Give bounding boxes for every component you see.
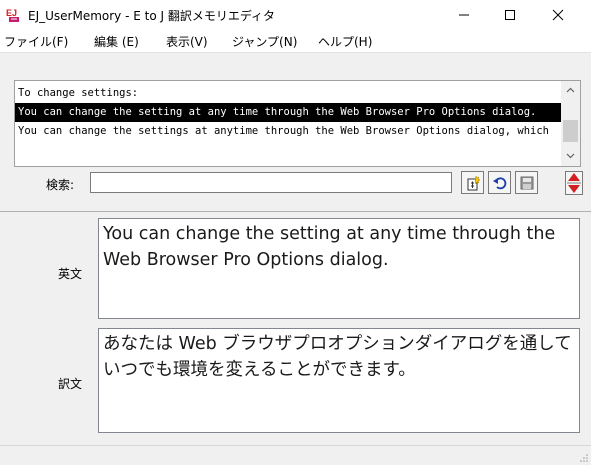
new-entry-icon [467, 174, 481, 190]
save-icon [520, 176, 533, 189]
menu-edit[interactable]: 編集 (E) [94, 33, 139, 50]
undo-button[interactable] [488, 171, 511, 194]
maximize-button[interactable] [487, 0, 533, 30]
translation-text-field[interactable]: あなたは Web ブラウザプロオプションダイアログを通していつでも環境を変えるこ… [98, 328, 580, 433]
english-text-field[interactable]: You can change the setting at any time t… [98, 218, 580, 319]
list-item[interactable]: To change settings: [15, 84, 561, 103]
ej-app-icon: EJ [6, 7, 22, 23]
move-up-down-control[interactable] [565, 171, 583, 195]
maximize-icon [505, 10, 515, 20]
window-title: EJ_UserMemory - E to J 翻訳メモリエディタ [28, 9, 276, 23]
scroll-down-button[interactable] [561, 147, 580, 164]
list-scrollbar[interactable] [561, 81, 580, 166]
menu-bar: ファイル(F) 編集 (E) 表示(V) ジャンプ(N) ヘルプ(H) [0, 30, 591, 53]
translation-label: 訳文 [58, 377, 83, 391]
new-entry-button[interactable] [461, 171, 484, 194]
scroll-thumb[interactable] [563, 120, 578, 142]
menu-view[interactable]: 表示(V) [166, 33, 208, 50]
search-input[interactable] [90, 172, 452, 193]
memory-list[interactable]: To change settings: You can change the s… [14, 80, 581, 167]
entry-panel: 英文 You can change the setting at any tim… [0, 211, 591, 445]
list-item[interactable]: You can change the settings at anytime t… [15, 122, 561, 141]
minimize-icon [459, 14, 469, 16]
menu-file[interactable]: ファイル(F) [4, 33, 68, 50]
svg-text:EJ: EJ [6, 8, 17, 18]
minimize-button[interactable] [441, 0, 487, 30]
chevron-up-icon [566, 87, 575, 92]
resize-grip-icon[interactable] [579, 453, 589, 463]
scroll-up-button[interactable] [561, 81, 580, 98]
save-button[interactable] [515, 171, 538, 194]
up-down-arrows-icon [565, 171, 583, 195]
menu-jump[interactable]: ジャンプ(N) [232, 33, 297, 50]
list-item-selected[interactable]: You can change the setting at any time t… [15, 103, 561, 122]
title-bar[interactable]: EJ EJ_UserMemory - E to J 翻訳メモリエディタ [0, 0, 591, 30]
menu-help[interactable]: ヘルプ(H) [318, 33, 372, 50]
app-window: EJ EJ_UserMemory - E to J 翻訳メモリエディタ ファイル… [0, 0, 591, 465]
english-label: 英文 [58, 267, 83, 281]
status-bar [0, 445, 591, 465]
close-button[interactable] [535, 0, 581, 30]
search-label: 検索: [46, 178, 75, 192]
undo-icon [492, 176, 506, 189]
close-icon [552, 9, 564, 21]
chevron-down-icon [566, 153, 575, 158]
